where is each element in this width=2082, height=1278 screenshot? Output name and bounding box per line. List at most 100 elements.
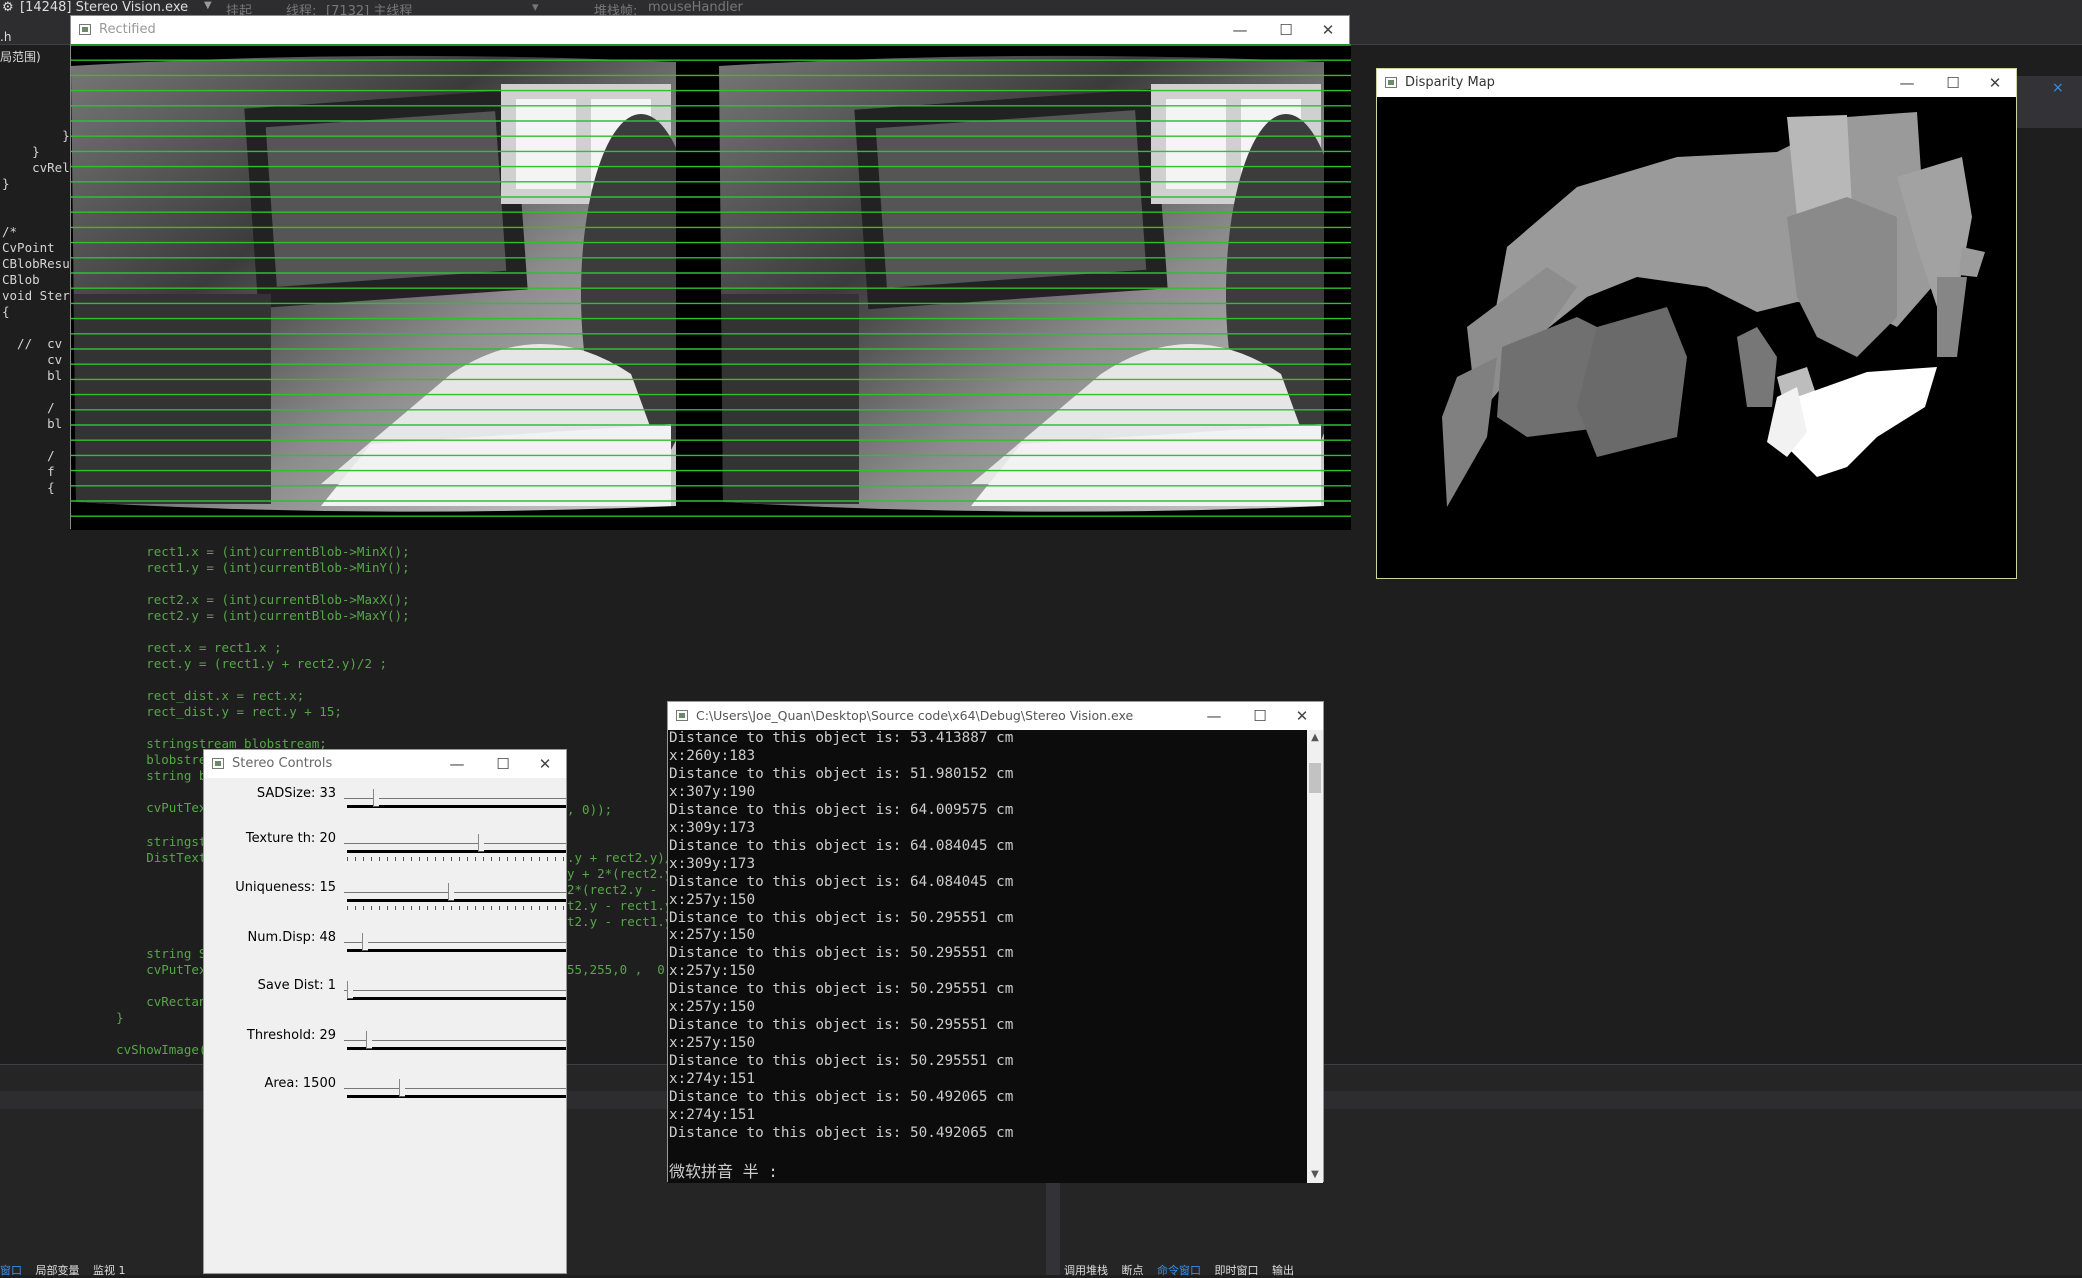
tab-locals[interactable]: 局部变量	[36, 1264, 80, 1277]
code-line: /	[2, 448, 55, 463]
maximize-icon[interactable]: ☐	[1936, 71, 1970, 95]
rectified-window[interactable]: Rectified — ☐ ✕	[70, 15, 1351, 530]
process-dropdown-chevron-icon[interactable]: ▼	[204, 0, 212, 11]
tab-command-window[interactable]: 命令窗口	[1157, 1264, 1201, 1277]
trackbar-thumb[interactable]	[372, 789, 379, 807]
code-tail-1: , 0));	[567, 802, 613, 817]
trackbar-channel[interactable]	[347, 805, 566, 808]
stack-frame-selector[interactable]: mouseHandler	[648, 0, 743, 15]
trackbar-channel[interactable]	[347, 949, 566, 952]
console-titlebar[interactable]: C:\Users\Joe_Quan\Desktop\Source code\x6…	[668, 702, 1323, 730]
close-icon[interactable]: ×	[2052, 80, 2064, 96]
code-line: rect.x = rect1.x ;	[86, 640, 282, 655]
minimize-icon[interactable]: —	[1197, 704, 1231, 728]
ide-right-tool-strip: ×	[2016, 76, 2082, 128]
trackbar-thumb[interactable]	[347, 981, 353, 999]
trackbar-thumb[interactable]	[448, 883, 455, 901]
trackbar-label: SADSize: 33	[256, 786, 336, 801]
console-line: x:274y:151	[669, 1071, 756, 1088]
controls-titlebar[interactable]: Stereo Controls — ☐ ✕	[204, 750, 566, 778]
maximize-icon[interactable]: ☐	[1269, 18, 1303, 42]
trackbar-channel[interactable]	[347, 899, 566, 902]
left-camera-image	[71, 55, 676, 512]
code-line: CvPoint	[2, 240, 55, 255]
close-icon[interactable]: ✕	[1285, 704, 1319, 728]
editor-tab-header-file[interactable]: .h	[0, 30, 11, 44]
scroll-up-icon[interactable]: ▲	[1307, 730, 1323, 746]
trackbar-label: Texture th: 20	[245, 831, 336, 846]
code-line: }	[2, 128, 70, 143]
scrollbar-thumb[interactable]	[1309, 763, 1321, 793]
controls-window-title: Stereo Controls	[232, 756, 333, 771]
console-line: Distance to this object is: 64.084045 cm	[669, 873, 1014, 890]
trackbar-track[interactable]	[344, 843, 566, 844]
tab-watch-1[interactable]: 监视 1	[93, 1264, 126, 1277]
trackbar-thumb[interactable]	[478, 834, 485, 852]
process-selector[interactable]: [14248] Stereo Vision.exe	[20, 0, 188, 15]
trackbar-ticks	[347, 906, 566, 910]
scope-dropdown[interactable]: 局范围)	[0, 48, 70, 70]
disparity-titlebar[interactable]: Disparity Map — ☐ ✕	[1377, 69, 2016, 97]
minimize-icon[interactable]: —	[440, 752, 474, 776]
trackbar-thumb[interactable]	[366, 1031, 373, 1049]
disparity-map-image[interactable]	[1377, 97, 2016, 578]
trackbar-ticks	[347, 857, 566, 861]
console-window[interactable]: C:\Users\Joe_Quan\Desktop\Source code\x6…	[667, 701, 1324, 1183]
maximize-icon[interactable]: ☐	[486, 752, 520, 776]
trackbar-thumb[interactable]	[362, 933, 369, 951]
window-app-icon	[212, 758, 224, 769]
trackbar-row: Texture th: 20	[204, 831, 566, 871]
close-icon[interactable]: ✕	[528, 752, 562, 776]
code-line: rect_dist.y = rect.y + 15;	[86, 704, 342, 719]
rectified-titlebar[interactable]: Rectified — ☐ ✕	[71, 16, 1349, 44]
trackbar-track[interactable]	[344, 892, 566, 893]
stereo-controls-window[interactable]: Stereo Controls — ☐ ✕ SADSize: 33 Texture…	[203, 749, 567, 1274]
trackbar-thumb[interactable]	[398, 1079, 405, 1097]
code-line: CBlobResu	[2, 256, 70, 271]
trackbar-channel[interactable]	[347, 997, 566, 1000]
code-line: t2.y - rect1.y	[567, 914, 673, 929]
console-output[interactable]: Distance to this object is: 53.413887 cm…	[668, 730, 1308, 1183]
trackbar-label: Save Dist: 1	[257, 978, 336, 993]
code-line: rect.y = (rect1.y + rect2.y)/2 ;	[86, 656, 388, 671]
scroll-down-icon[interactable]: ▼	[1307, 1167, 1323, 1183]
console-line: x:309y:173	[669, 819, 756, 836]
trackbar-track[interactable]	[344, 942, 566, 943]
console-line: Distance to this object is: 50.295551 cm	[669, 1017, 1014, 1034]
bottom-tabs-left: 窗口 局部变量 监视 1	[0, 1262, 200, 1277]
code-block-top: } } cvRele} /* CvPoint CBlobResu CBlob void …	[2, 128, 77, 496]
close-icon[interactable]: ✕	[1311, 18, 1345, 42]
code-line: // cv	[2, 336, 63, 351]
filter-icon[interactable]: ▾	[532, 0, 539, 15]
disparity-map-svg	[1442, 112, 1985, 507]
trackbar-track[interactable]	[344, 1088, 566, 1089]
trackbar-track[interactable]	[344, 990, 566, 991]
minimize-icon[interactable]: —	[1890, 71, 1924, 95]
code-line: CBlob	[2, 272, 40, 287]
console-line: x:257y:150	[669, 963, 756, 980]
trackbar-channel[interactable]	[347, 1047, 566, 1050]
tab-breakpoints[interactable]: 断点	[1122, 1264, 1144, 1277]
ime-status-prompt: 微软拼音 半 :	[669, 1162, 778, 1181]
trackbar-channel[interactable]	[347, 850, 566, 853]
console-line: Distance to this object is: 51.980152 cm	[669, 765, 1014, 782]
trackbar-track[interactable]	[344, 1040, 566, 1041]
rectified-stereo-image[interactable]	[71, 44, 1351, 530]
tab-call-stack[interactable]: 调用堆栈	[1064, 1264, 1108, 1277]
tab-immediate-window[interactable]: 即时窗口	[1215, 1264, 1259, 1277]
trackbar-label: Threshold: 29	[246, 1028, 336, 1043]
console-scrollbar[interactable]: ▲ ▼	[1307, 730, 1323, 1183]
close-icon[interactable]: ✕	[1978, 71, 2012, 95]
trackbar-channel[interactable]	[347, 1095, 566, 1098]
tab-output[interactable]: 输出	[1272, 1264, 1294, 1277]
tab-window[interactable]: 窗口	[0, 1264, 22, 1277]
console-line: Distance to this object is: 50.295551 cm	[669, 945, 1014, 962]
minimize-icon[interactable]: —	[1223, 18, 1257, 42]
trackbar-label: Area: 1500	[264, 1076, 336, 1091]
maximize-icon[interactable]: ☐	[1243, 704, 1277, 728]
console-line: Distance to this object is: 50.492065 cm	[669, 1089, 1014, 1106]
console-line: x:257y:150	[669, 891, 756, 908]
disparity-map-window[interactable]: Disparity Map — ☐ ✕	[1376, 68, 2017, 579]
console-line: Distance to this object is: 50.295551 cm	[669, 1053, 1014, 1070]
